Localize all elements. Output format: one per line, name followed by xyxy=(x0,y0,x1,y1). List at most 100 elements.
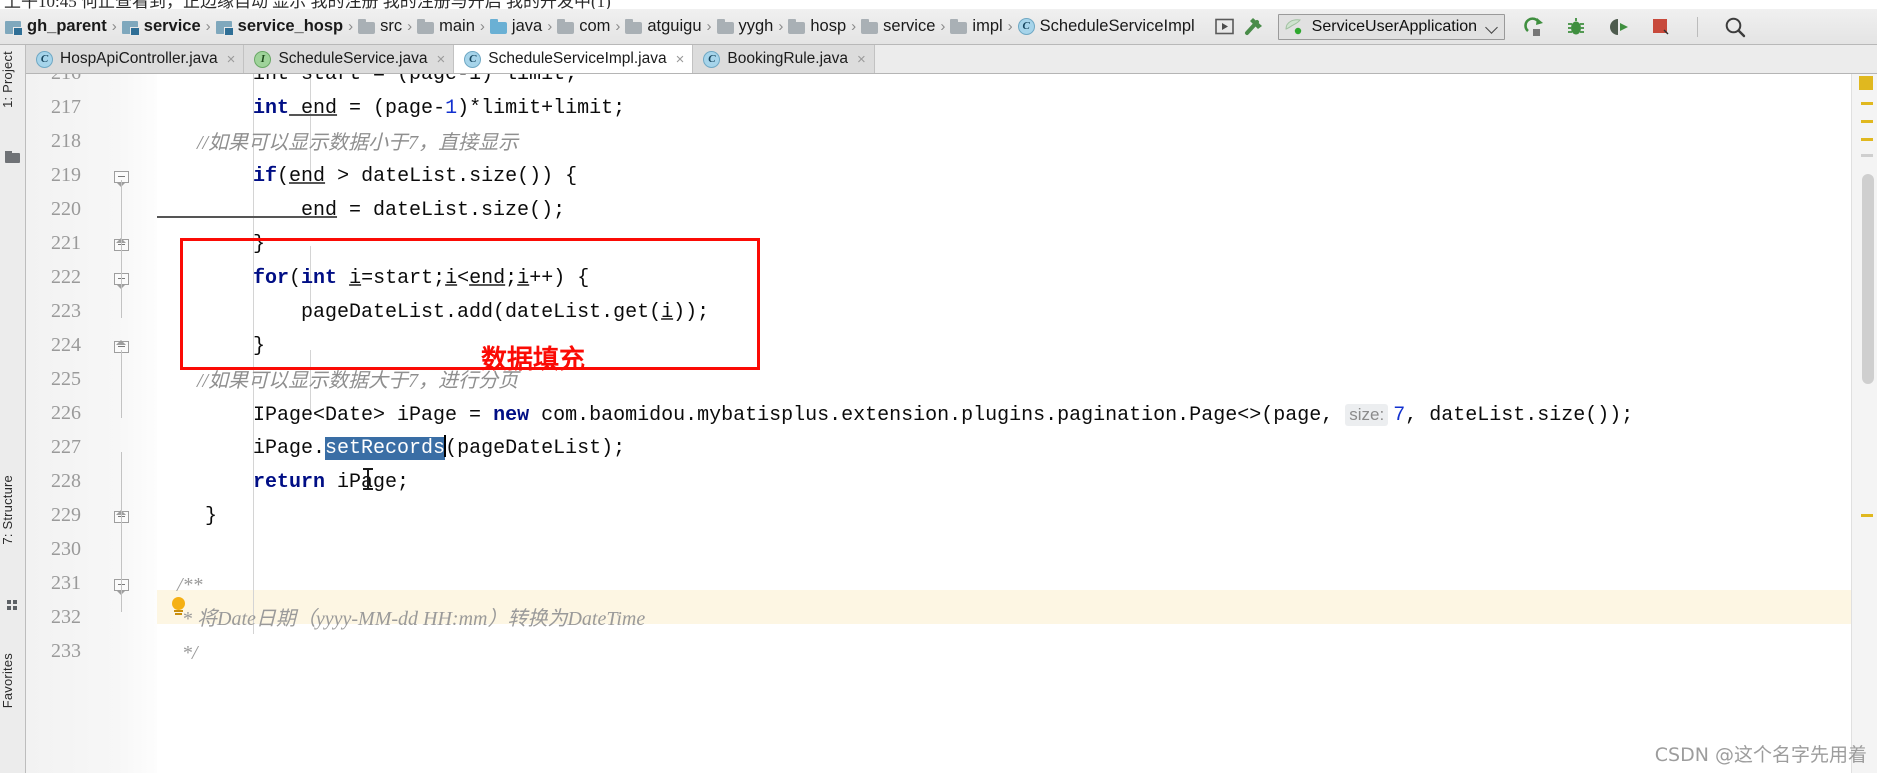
breadcrumb-item-atguigu[interactable]: atguigu xyxy=(622,14,704,40)
breadcrumb-item-service-hosp[interactable]: service_hosp xyxy=(213,14,346,40)
line-number-229: 229 xyxy=(51,504,81,526)
editor-tab-scheduleservice[interactable]: I ScheduleService.java × xyxy=(244,45,455,73)
run-icon[interactable] xyxy=(1519,14,1549,40)
warning-indicator[interactable] xyxy=(1859,76,1873,90)
mouse-text-cursor xyxy=(362,468,374,490)
build-hammer-icon[interactable] xyxy=(1240,14,1270,40)
module-icon xyxy=(215,19,234,36)
stripe-mark-warning[interactable] xyxy=(1861,138,1873,141)
sidebar-item-structure[interactable]: 7: Structure xyxy=(0,475,26,545)
code-line-232: * 将Date日期（yyyy-MM-dd HH:mm）转换为DateTime xyxy=(157,608,646,630)
breadcrumb-item-label: yygh xyxy=(738,17,774,35)
close-icon[interactable]: × xyxy=(437,52,446,67)
interface-icon: I xyxy=(254,50,272,68)
folder-icon xyxy=(557,19,575,34)
editor-selection: setRecords xyxy=(325,437,446,460)
toolbar-divider xyxy=(1697,16,1699,37)
close-icon[interactable]: × xyxy=(676,52,685,67)
stripe-mark-warning[interactable] xyxy=(1861,514,1873,517)
breadcrumb-item-impl[interactable]: impl xyxy=(947,14,1005,40)
run-configuration-selector[interactable]: ServiceUserApplication xyxy=(1277,13,1506,40)
stripe-mark-info[interactable] xyxy=(1861,154,1873,157)
debug-icon[interactable] xyxy=(1561,14,1591,40)
breadcrumb-item-com[interactable]: com xyxy=(554,14,613,40)
line-number-222: 222 xyxy=(51,266,81,288)
breadcrumb-item-service[interactable]: service xyxy=(119,14,204,40)
stop-icon[interactable] xyxy=(1645,14,1675,40)
vertical-scrollbar-thumb[interactable] xyxy=(1862,174,1874,384)
editor-tab-hospapicontroller[interactable]: C HospApiController.java × xyxy=(26,45,245,73)
code-line-222: for(int i=start;i<end;i++) { xyxy=(157,267,590,290)
stripe-mark-warning[interactable] xyxy=(1861,120,1873,123)
editor-tab-scheduleserviceimpl[interactable]: C ScheduleServiceImpl.java × xyxy=(454,45,694,73)
annotation-label: 数据填充 xyxy=(481,345,586,375)
breadcrumb-item-label: impl xyxy=(972,17,1003,35)
module-icon xyxy=(5,19,23,36)
breadcrumb-item-label: gh_parent xyxy=(27,17,107,35)
preview-icon[interactable] xyxy=(1210,14,1240,40)
breadcrumb-separator: › xyxy=(205,18,211,35)
line-number-232: 232 xyxy=(51,606,81,628)
run-with-coverage-icon[interactable] xyxy=(1603,14,1633,40)
folder-icon xyxy=(417,19,435,34)
tool-window-stripe-left: 1: Project 7: Structure Favorites xyxy=(0,45,26,773)
breadcrumb-item-label: src xyxy=(380,17,403,35)
folder-blue-icon xyxy=(489,19,507,34)
structure-icon xyxy=(7,600,19,612)
idea-window: 上午10:45 何止查看到，正边缘自动 显示 我的注册 我的注册与开启 我的开发… xyxy=(0,0,1877,773)
breadcrumb-item-yygh[interactable]: yygh xyxy=(714,14,777,40)
code-content[interactable]: int start = (page-1)*limit; int end = (p… xyxy=(157,74,1877,773)
line-number-216: 216 xyxy=(26,74,81,85)
nav-toolbar: ServiceUserApplication xyxy=(1210,13,1750,40)
breadcrumb-item-label: atguigu xyxy=(647,17,702,35)
breadcrumb-item-label: service_hosp xyxy=(237,17,344,35)
breadcrumb-item-main[interactable]: main xyxy=(414,14,478,40)
breadcrumb-item-hosp[interactable]: hosp xyxy=(785,14,849,40)
line-number-223: 223 xyxy=(51,300,81,322)
breadcrumb-item-gh-parent[interactable]: gh_parent xyxy=(2,14,110,40)
folder-icon xyxy=(358,19,376,34)
line-number-220: 220 xyxy=(51,198,81,220)
close-icon[interactable]: × xyxy=(857,52,866,67)
fold-connector xyxy=(120,350,122,418)
error-stripe-scrollbar[interactable] xyxy=(1851,74,1877,773)
chevron-down-icon[interactable] xyxy=(1486,21,1498,33)
code-line-225: //如果可以显示数据大于7，进行分页 xyxy=(157,370,519,392)
stripe-mark-warning[interactable] xyxy=(1861,102,1873,105)
editor-tab-bookingrule[interactable]: C BookingRule.java × xyxy=(693,45,875,73)
parameter-hint: size: xyxy=(1345,404,1389,426)
code-line-226: IPage<Date> iPage = new com.baomidou.myb… xyxy=(157,404,1634,427)
module-icon xyxy=(121,19,140,36)
editor-gutter[interactable]: 216 217 218 219 220 221 222 223 224 225 226 227 228 2… xyxy=(26,74,157,773)
breadcrumb-item-label: com xyxy=(579,17,611,35)
project-folder-icon xyxy=(5,151,20,163)
line-number-225: 225 xyxy=(51,368,81,390)
line-number-217: 217 xyxy=(51,96,81,118)
code-editor[interactable]: 216 217 218 219 220 221 222 223 224 225 226 227 228 2… xyxy=(26,74,1877,773)
breadcrumb-item-scheduleserviceimpl[interactable]: C ScheduleServiceImpl xyxy=(1015,14,1198,40)
folder-icon xyxy=(788,19,806,34)
breadcrumb-item-label: service xyxy=(883,17,936,35)
breadcrumb-separator: › xyxy=(778,18,784,35)
breadcrumb-separator: › xyxy=(479,18,485,35)
line-number-231: 231 xyxy=(51,572,81,594)
close-icon[interactable]: × xyxy=(227,52,236,67)
breadcrumb-item-label: main xyxy=(439,17,475,35)
breadcrumb-item-java[interactable]: java xyxy=(487,14,545,40)
breadcrumb-item-src[interactable]: src xyxy=(355,14,405,40)
breadcrumb-separator: › xyxy=(111,18,117,35)
line-number-218: 218 xyxy=(51,130,81,152)
sidebar-item-project[interactable]: 1: Project xyxy=(0,51,26,108)
breadcrumb-separator: › xyxy=(706,18,712,35)
class-icon: C xyxy=(1017,18,1035,35)
line-number-219: 219 xyxy=(51,164,81,186)
breadcrumb-item-service[interactable]: service xyxy=(858,14,938,40)
breadcrumb: gh_parent › service › service_hosp › src › main ›… xyxy=(0,9,1198,45)
sidebar-item-favorites[interactable]: Favorites xyxy=(0,653,26,708)
search-icon[interactable] xyxy=(1720,14,1750,40)
fold-connector xyxy=(120,452,122,612)
class-icon: C xyxy=(464,50,482,68)
line-number-233: 233 xyxy=(51,640,81,662)
code-line-218: //如果可以显示数据小于7，直接显示 xyxy=(157,132,519,154)
line-number-221: 221 xyxy=(51,232,81,254)
